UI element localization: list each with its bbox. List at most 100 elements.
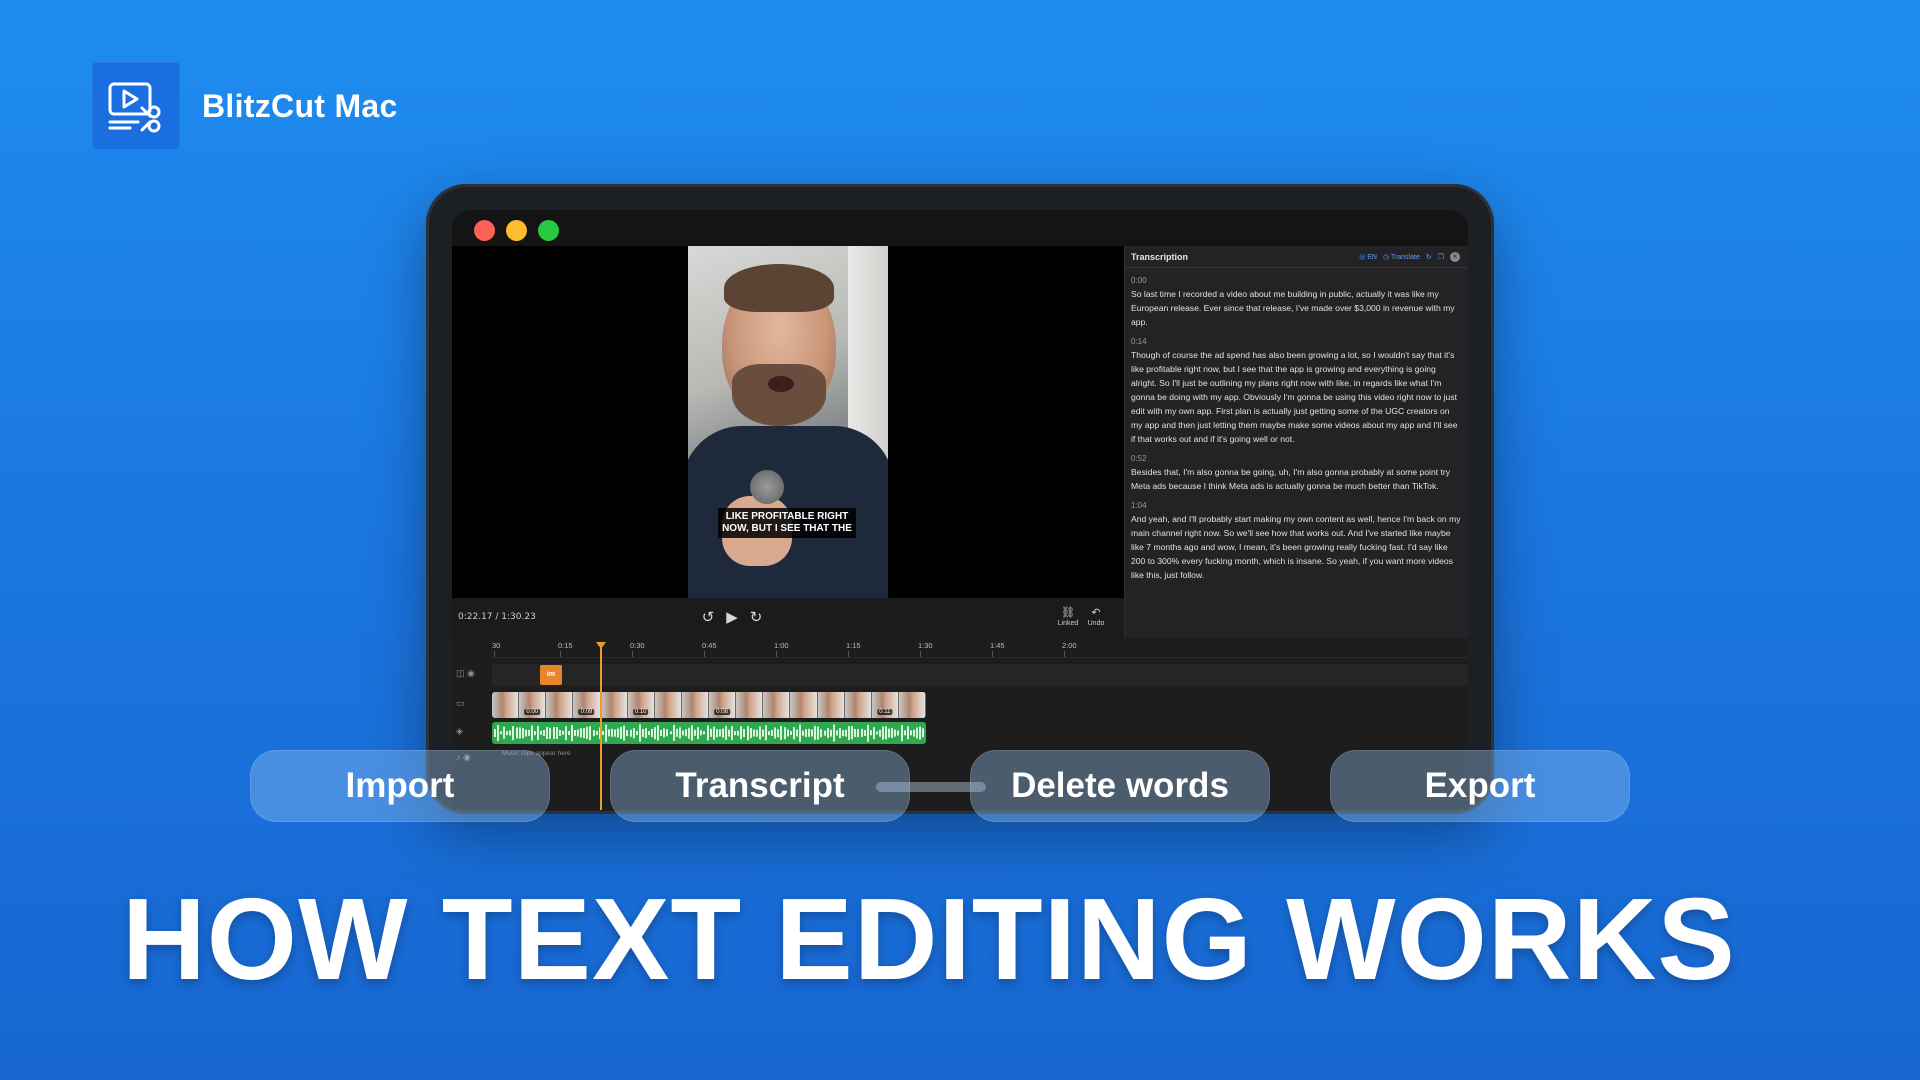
- waveform-bar: [632, 728, 635, 738]
- segment-text[interactable]: Though of course the ad spend has also b…: [1131, 348, 1462, 446]
- waveform-bar: [617, 728, 620, 738]
- waveform-bar: [721, 728, 724, 738]
- waveform-bar: [761, 729, 764, 737]
- waveform-bar: [857, 729, 860, 737]
- maximize-window-button[interactable]: [538, 220, 559, 241]
- video-thumbnail[interactable]: [898, 692, 926, 718]
- timecode: 0:22.17 / 1:30.23: [458, 612, 536, 622]
- video-thumbnail[interactable]: [654, 692, 682, 718]
- audio-track-icon[interactable]: ◈: [456, 726, 463, 737]
- video-track-icon[interactable]: ▭: [456, 698, 465, 709]
- transcript-segment[interactable]: 0:52 Besides that, I'm also gonna be goi…: [1125, 454, 1468, 493]
- waveform-bar: [848, 726, 851, 740]
- text-clip[interactable]: im: [540, 665, 562, 685]
- ruler-tick: 0:30: [630, 641, 645, 657]
- waveform-bar: [879, 729, 881, 737]
- waveform-bar: [663, 728, 666, 738]
- waveform-bar: [512, 726, 515, 740]
- waveform-bar: [838, 728, 841, 738]
- workflow-steps: Import Transcript Delete words Export: [0, 750, 1920, 822]
- waveform-bar: [743, 728, 746, 738]
- waveform-bar: [737, 730, 740, 736]
- waveform-bar: [758, 726, 761, 740]
- video-thumbnail[interactable]: [600, 692, 628, 718]
- waveform-bar: [540, 730, 543, 736]
- waveform-bar: [524, 729, 527, 737]
- minimize-window-button[interactable]: [506, 220, 527, 241]
- close-window-button[interactable]: [474, 220, 495, 241]
- video-thumbnail[interactable]: 0:08: [709, 692, 737, 718]
- waveform-bar: [891, 727, 894, 739]
- waveform-bar: [795, 729, 798, 737]
- linked-button[interactable]: ⛓ Linked: [1054, 606, 1082, 627]
- video-thumbnail[interactable]: [844, 692, 872, 718]
- thumbnail-time-label: 0:00: [524, 709, 541, 715]
- video-thumbnail[interactable]: [817, 692, 845, 718]
- waveform-bar: [774, 727, 777, 739]
- waveform-bar: [894, 729, 897, 737]
- transcript-segment[interactable]: 0:00 So last time I recorded a video abo…: [1125, 276, 1468, 329]
- person-hair: [724, 264, 834, 312]
- waveform-bar: [909, 730, 912, 736]
- language-selector[interactable]: ◎ EN: [1359, 253, 1377, 261]
- forward-10-icon[interactable]: ↻: [746, 608, 766, 628]
- video-thumbnail[interactable]: [763, 692, 791, 718]
- video-clip-track[interactable]: 0:00 0:09 0:10 0:08 0:11: [492, 692, 926, 718]
- segment-time: 1:04: [1131, 501, 1147, 510]
- waveform-bar: [654, 727, 657, 739]
- segment-text[interactable]: And yeah, and I'll probably start making…: [1131, 512, 1462, 582]
- waveform-bar: [571, 725, 573, 741]
- copy-icon[interactable]: ❐: [1438, 253, 1444, 261]
- refresh-icon[interactable]: ↻: [1426, 253, 1432, 261]
- translate-label: Translate: [1390, 254, 1420, 261]
- waveform-bar: [731, 726, 734, 740]
- headline: HOW TEXT EDITING WORKS: [122, 874, 1736, 1004]
- ruler-tick: 0:45: [702, 641, 717, 657]
- video-thumbnail[interactable]: [546, 692, 574, 718]
- timeline-ruler[interactable]: 30 0:15 0:30 0:45 1:00 1:15 1:30 1:45 2:…: [492, 638, 1468, 658]
- segment-text[interactable]: So last time I recorded a video about me…: [1131, 287, 1462, 329]
- translate-button[interactable]: ◷ Translate: [1383, 253, 1420, 261]
- video-thumbnail[interactable]: 0:11: [871, 692, 899, 718]
- text-track-icon[interactable]: ◫ ◉: [456, 668, 475, 679]
- waveform-bar: [555, 727, 558, 739]
- waveform-bar: [623, 725, 626, 741]
- play-icon[interactable]: ▶: [722, 608, 742, 628]
- transcript-segment[interactable]: 1:04 And yeah, and I'll probably start m…: [1125, 501, 1468, 582]
- linked-label: Linked: [1057, 620, 1079, 627]
- text-overlay-track[interactable]: im: [492, 664, 1468, 686]
- video-thumbnail[interactable]: [681, 692, 709, 718]
- video-thumbnail[interactable]: [736, 692, 764, 718]
- waveform-bar: [688, 727, 691, 739]
- waveform-bar: [669, 731, 672, 735]
- waveform-bar: [648, 731, 650, 735]
- waveform-bar: [777, 729, 780, 737]
- waveform-bar: [835, 730, 838, 736]
- transcript-segment[interactable]: 0:14 Though of course the ad spend has a…: [1125, 337, 1468, 446]
- brand-name: BlitzCut Mac: [202, 87, 398, 124]
- rewind-10-icon[interactable]: ↺: [698, 608, 718, 628]
- step-import: Import: [250, 750, 550, 822]
- close-icon[interactable]: ×: [1450, 252, 1460, 262]
- waveform-bar: [672, 724, 675, 742]
- video-thumbnail[interactable]: [790, 692, 818, 718]
- audio-waveform-track[interactable]: [492, 722, 926, 744]
- video-thumbnail[interactable]: [492, 692, 520, 718]
- waveform-bar: [919, 726, 922, 740]
- thumbnail-time-label: 0:09: [578, 709, 595, 715]
- waveform-bar: [805, 729, 808, 737]
- waveform-bar: [691, 725, 694, 741]
- waveform-bar: [706, 725, 709, 741]
- video-preview[interactable]: LIKE PROFITABLE RIGHT NOW, BUT I SEE THA…: [452, 246, 1124, 598]
- video-thumbnail[interactable]: 0:10: [627, 692, 655, 718]
- undo-button[interactable]: ↶ Undo: [1082, 606, 1110, 627]
- waveform-bar: [626, 730, 629, 736]
- video-thumbnail[interactable]: 0:00: [519, 692, 547, 718]
- video-thumbnail[interactable]: 0:09: [573, 692, 601, 718]
- waveform-bar: [657, 725, 660, 741]
- waveform-bar: [681, 730, 684, 736]
- waveform-bar: [506, 731, 509, 735]
- waveform-bar: [906, 726, 909, 740]
- segment-text[interactable]: Besides that, I'm also gonna be going, u…: [1131, 465, 1462, 493]
- waveform-bar: [700, 730, 703, 736]
